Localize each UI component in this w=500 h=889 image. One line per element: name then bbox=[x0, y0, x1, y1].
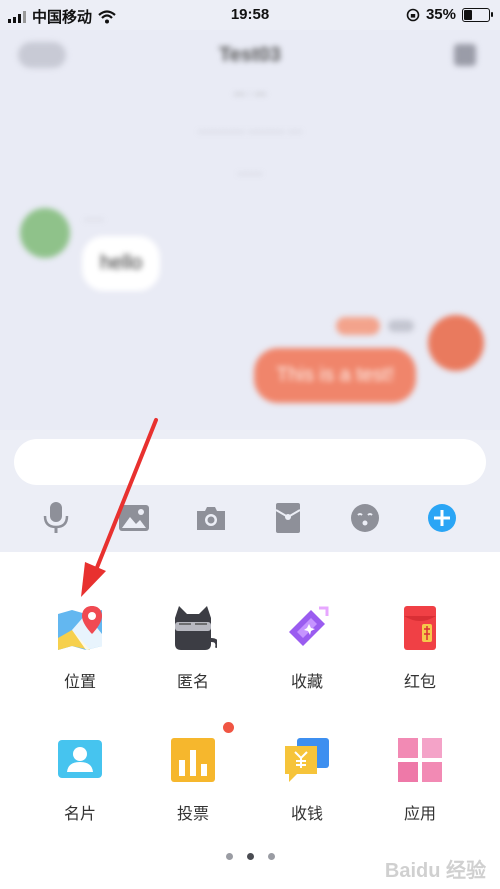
message-input[interactable] bbox=[14, 439, 486, 485]
sender-name: ····· bbox=[84, 212, 104, 226]
red-packet-icon bbox=[404, 606, 436, 650]
plugin-favorite[interactable]: 收藏 bbox=[257, 604, 357, 714]
member-name bbox=[388, 320, 414, 332]
my-avatar[interactable] bbox=[428, 315, 484, 371]
chat-title: Test03 bbox=[219, 44, 281, 66]
voice-button[interactable] bbox=[38, 500, 74, 536]
emoji-button[interactable] bbox=[347, 500, 383, 536]
plugin-anonymous[interactable]: 匿名 bbox=[143, 604, 243, 714]
group-menu-icon[interactable] bbox=[454, 44, 476, 66]
plus-icon bbox=[428, 504, 456, 532]
plugin-contact-card[interactable]: 名片 bbox=[30, 736, 130, 846]
new-badge-dot bbox=[223, 722, 234, 733]
plugin-receive-money[interactable]: 收钱 bbox=[257, 736, 357, 846]
status-bar: 中国移动 19:58 35% bbox=[0, 0, 500, 30]
plugin-red-packet[interactable]: 红包 bbox=[370, 604, 470, 714]
vote-icon bbox=[171, 738, 215, 782]
system-notice-line-3: ······· bbox=[237, 168, 263, 180]
plugin-vote[interactable]: 投票 bbox=[143, 722, 243, 846]
location-icon bbox=[58, 606, 102, 650]
battery-icon bbox=[462, 7, 493, 22]
plugin-label: 收藏 bbox=[290, 674, 323, 691]
plugin-label: 位置 bbox=[63, 674, 96, 691]
member-tag bbox=[336, 317, 380, 335]
plugin-apps[interactable]: 应用 bbox=[370, 736, 470, 846]
page-dot-active[interactable] bbox=[246, 853, 254, 860]
input-toolbar bbox=[0, 500, 500, 536]
red-packet-button[interactable] bbox=[270, 500, 306, 536]
microphone-icon bbox=[43, 502, 69, 533]
chat-blur-layer: Test03 — · — ············· ·········· ··… bbox=[0, 30, 500, 430]
more-button[interactable] bbox=[424, 500, 460, 536]
watermark: Baidu 经验 bbox=[384, 860, 486, 882]
plugin-label: 收钱 bbox=[290, 806, 323, 823]
status-right: 35% bbox=[406, 6, 493, 23]
plugin-label: 名片 bbox=[63, 806, 96, 823]
receive-money-icon bbox=[285, 738, 329, 782]
rotation-lock-icon bbox=[406, 8, 420, 21]
plugin-label: 应用 bbox=[403, 806, 436, 823]
battery-fill bbox=[464, 9, 472, 20]
image-icon bbox=[119, 505, 149, 531]
plugin-label: 红包 bbox=[403, 674, 436, 691]
battery-percent: 35% bbox=[425, 6, 456, 23]
page-dot[interactable] bbox=[225, 853, 233, 860]
contact-card-icon bbox=[58, 740, 102, 778]
favorite-icon bbox=[289, 606, 329, 646]
input-panel bbox=[0, 430, 500, 552]
red-packet-icon bbox=[275, 503, 301, 533]
plugin-panel: 位置 匿名 收藏 红包 名片 投票 收钱 应用 Baidu 经验 bbox=[0, 552, 500, 889]
plugin-label: 投票 bbox=[176, 806, 209, 823]
plugin-label: 匿名 bbox=[176, 674, 209, 691]
outgoing-message-bubble[interactable]: This is a test! bbox=[254, 348, 416, 403]
apps-icon bbox=[398, 738, 442, 782]
page-dot[interactable] bbox=[267, 853, 275, 860]
system-notice-line-2: ············· ·········· ···· bbox=[197, 126, 303, 138]
incoming-message-bubble[interactable]: hello bbox=[82, 236, 161, 291]
system-notice-line-1: — · — bbox=[234, 88, 266, 100]
camera-icon bbox=[197, 507, 225, 530]
camera-button[interactable] bbox=[193, 500, 229, 536]
avatar[interactable] bbox=[20, 208, 70, 258]
anonymous-icon bbox=[175, 606, 217, 650]
chat-area[interactable]: Test03 — · — ············· ·········· ··… bbox=[0, 30, 500, 430]
plugin-location[interactable]: 位置 bbox=[30, 604, 130, 714]
image-button[interactable] bbox=[116, 500, 152, 536]
emoji-icon bbox=[351, 504, 379, 532]
